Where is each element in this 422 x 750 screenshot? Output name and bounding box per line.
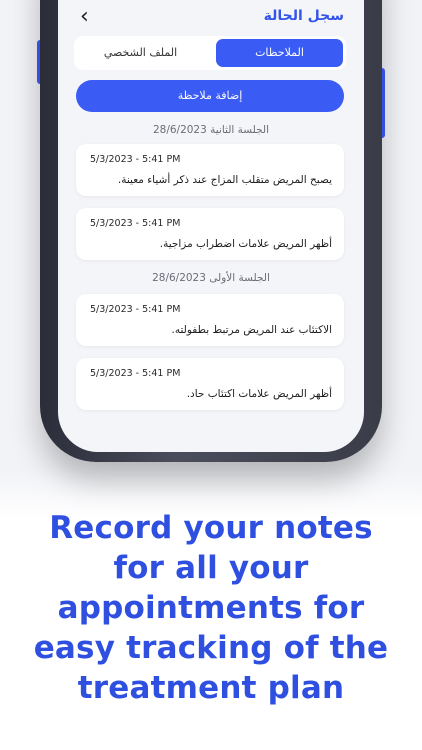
session-header: الجلسة الثانية 28/6/2023	[152, 124, 270, 136]
caption-line: for all your	[113, 550, 309, 586]
phone-screen: ‹ سجل الحالة الملاحظات الملف الشخصي إضاف…	[58, 0, 364, 452]
note-card[interactable]: 5/3/2023 - 5:41 PM أظهر المريض علامات اض…	[76, 208, 344, 260]
note-card[interactable]: 5/3/2023 - 5:41 PM الاكتئاب عند المريض م…	[76, 294, 344, 346]
caption-line: easy tracking of the	[33, 630, 389, 666]
note-text: الاكتئاب عند المريض مرتبط بطفولته.	[171, 324, 332, 336]
note-timestamp: 5/3/2023 - 5:41 PM	[90, 218, 181, 229]
page-title: سجل الحالة	[263, 8, 344, 24]
app-header: ‹ سجل الحالة	[58, 0, 364, 36]
tab-profile[interactable]: الملف الشخصي	[77, 39, 204, 67]
promo-background: ‹ سجل الحالة الملاحظات الملف الشخصي إضاف…	[0, 0, 422, 750]
chevron-left-icon[interactable]: ‹	[80, 6, 89, 28]
note-timestamp: 5/3/2023 - 5:41 PM	[90, 304, 181, 315]
note-card[interactable]: 5/3/2023 - 5:41 PM أظهر المريض علامات اك…	[76, 358, 344, 410]
tab-notes[interactable]: الملاحظات	[216, 39, 343, 67]
note-timestamp: 5/3/2023 - 5:41 PM	[90, 154, 181, 165]
promo-caption: Record your notes for all your appointme…	[0, 508, 422, 708]
caption-line: treatment plan	[77, 670, 345, 706]
caption-line: appointments for	[57, 590, 365, 626]
session-header: الجلسة الأولى 28/6/2023	[152, 272, 270, 284]
tab-bar: الملاحظات الملف الشخصي	[74, 36, 346, 70]
note-card[interactable]: 5/3/2023 - 5:41 PM يصبح المريض متقلب الم…	[76, 144, 344, 196]
note-text: أظهر المريض علامات اضطراب مزاجية.	[159, 238, 332, 250]
note-text: أظهر المريض علامات اكتئاب حاد.	[186, 388, 332, 400]
note-text: يصبح المريض متقلب المزاج عند ذكر أشياء م…	[117, 174, 332, 186]
add-note-button[interactable]: إضافة ملاحظة	[76, 80, 344, 112]
caption-line: Record your notes	[49, 510, 373, 546]
note-timestamp: 5/3/2023 - 5:41 PM	[90, 368, 181, 379]
